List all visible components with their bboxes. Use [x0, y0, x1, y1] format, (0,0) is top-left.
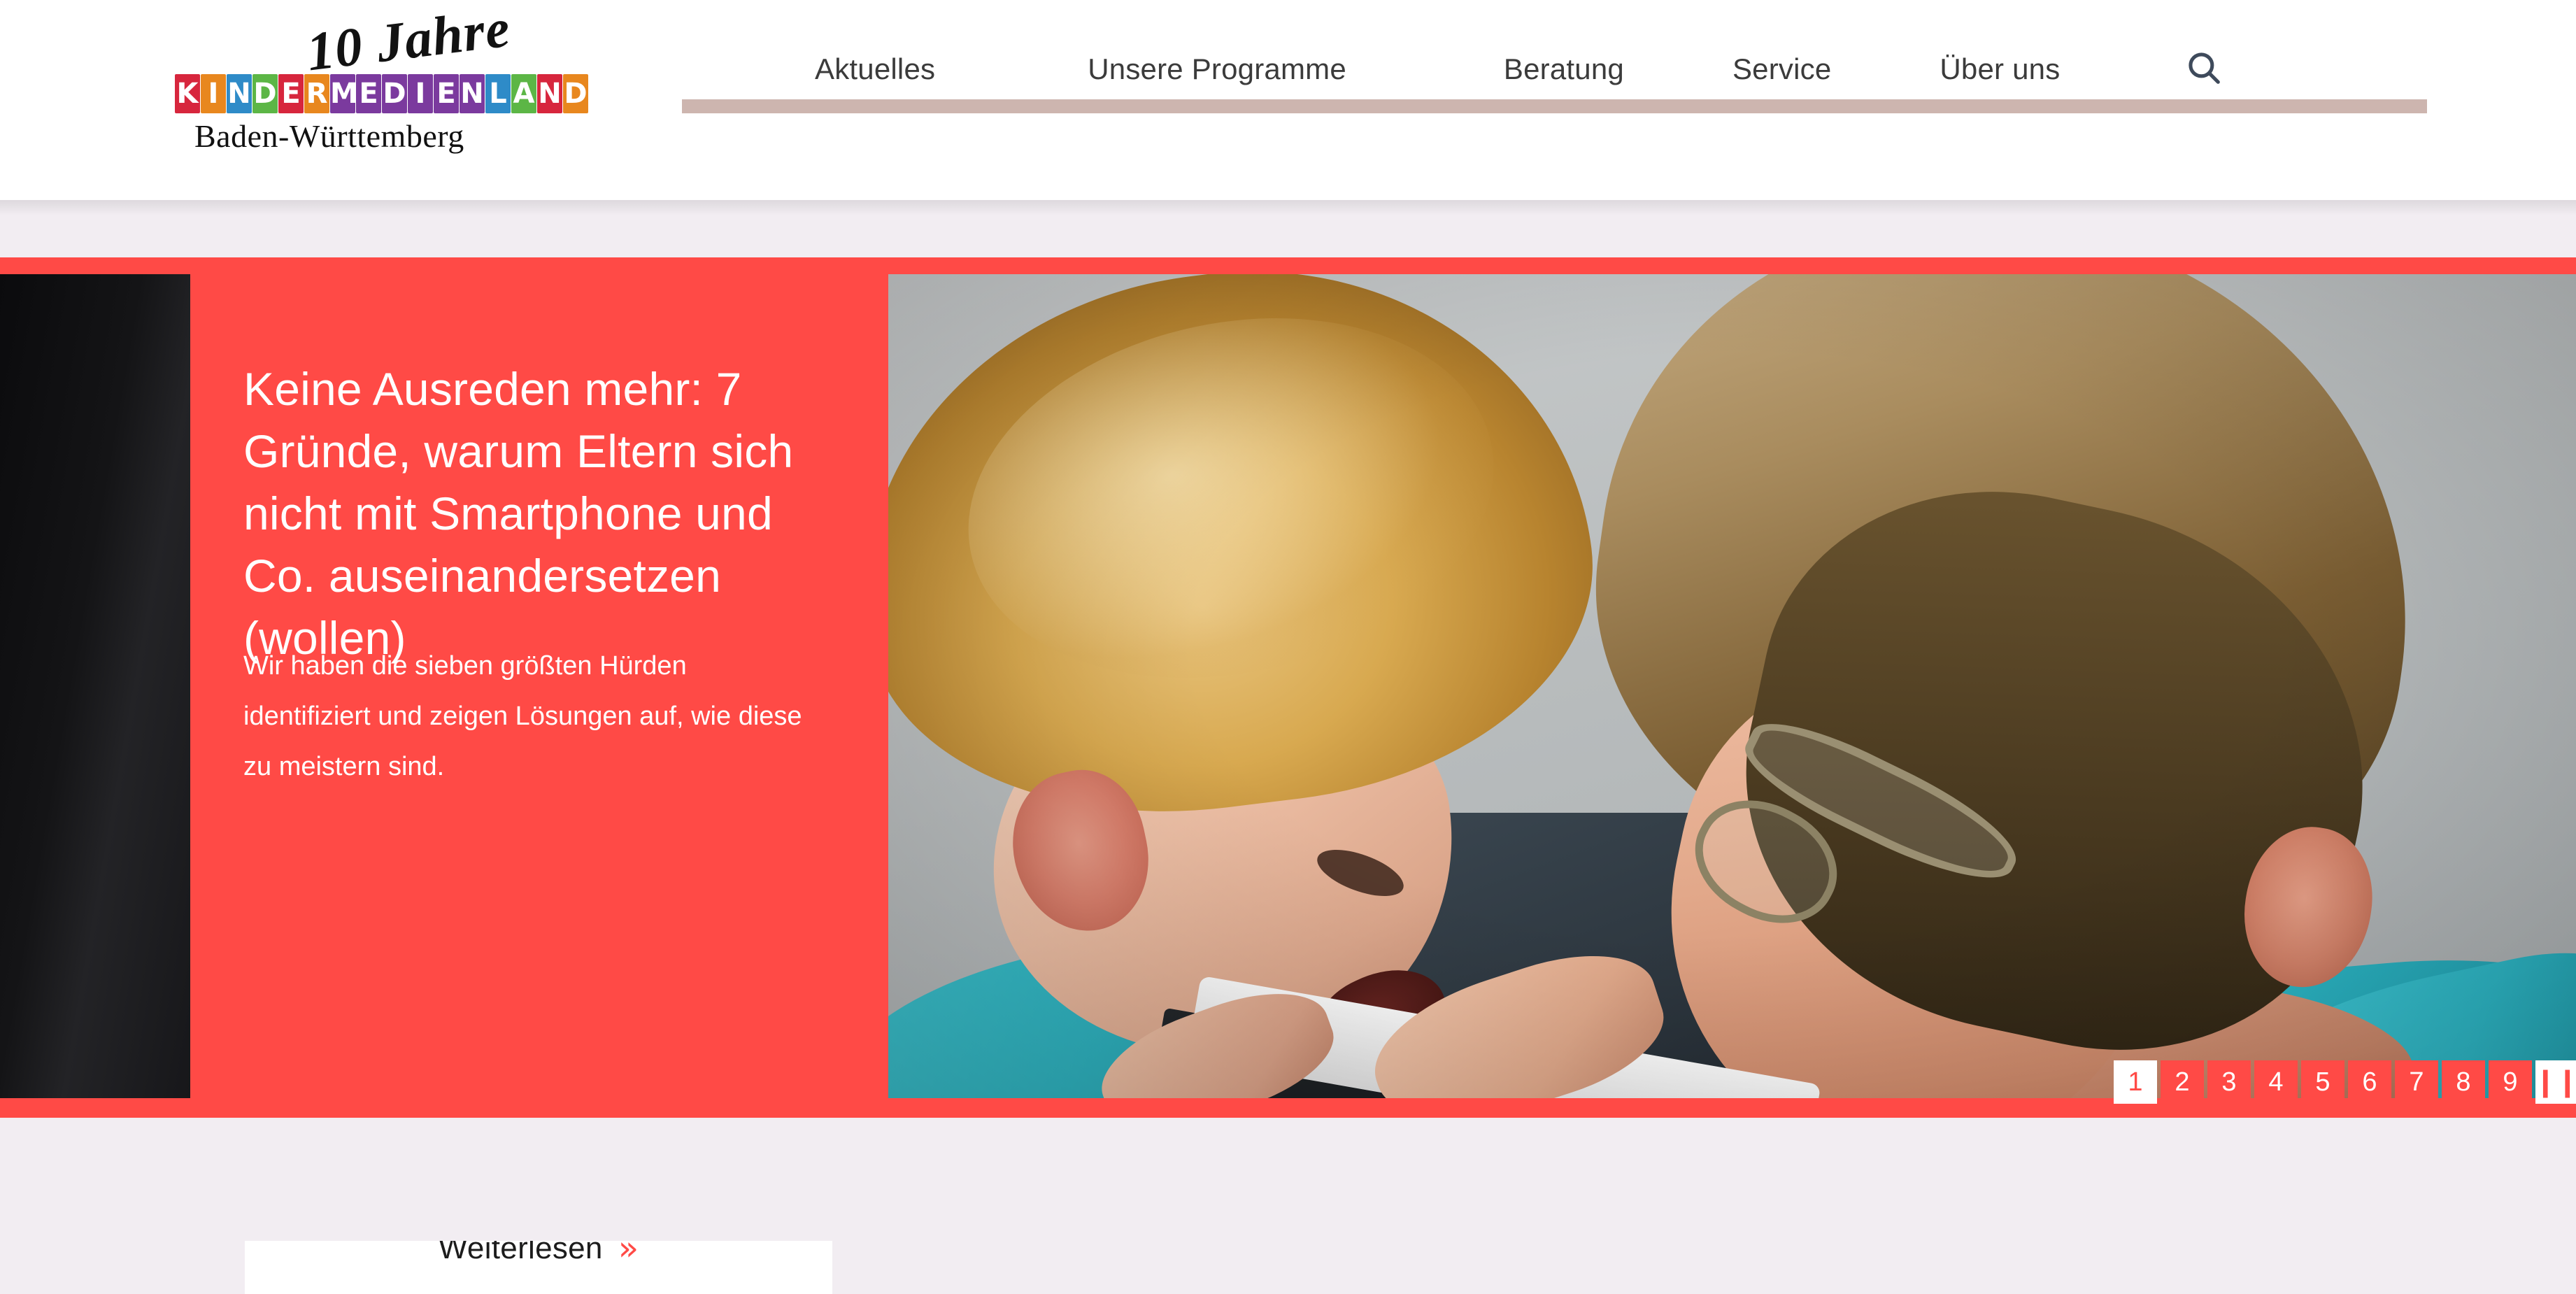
header-divider-shadow: [0, 200, 2576, 215]
logo-letter-12: L: [485, 74, 511, 113]
hero-description: Wir haben die sieben größten Hürden iden…: [243, 651, 802, 781]
logo-letter-13: A: [511, 74, 536, 113]
logo-wordmark: KINDERMEDIENLAND: [175, 69, 589, 113]
pagination-page-3[interactable]: 3: [2207, 1060, 2251, 1104]
nav-item-aktuelles[interactable]: Aktuelles: [815, 52, 935, 86]
photo-vignette: [888, 274, 2576, 1098]
logo-letter-10: E: [434, 74, 459, 113]
site-logo[interactable]: 10 Jahre KINDERMEDIENLAND Baden-Württemb…: [175, 0, 589, 168]
hero-image: [888, 274, 2576, 1098]
logo-letter-7: E: [356, 74, 381, 113]
pagination-page-8[interactable]: 8: [2442, 1060, 2485, 1104]
nav-underline-bar: [682, 99, 2427, 113]
logo-letter-8: D: [382, 74, 407, 113]
search-icon: [2184, 48, 2224, 92]
logo-letter-0: K: [175, 74, 200, 113]
nav-item-ueber-uns[interactable]: Über uns: [1940, 52, 2060, 86]
pagination-page-4[interactable]: 4: [2254, 1060, 2298, 1104]
nav-item-beratung[interactable]: Beratung: [1504, 52, 1624, 86]
hero-headline: Keine Ausreden mehr: 7 Gründe, warum Elt…: [243, 363, 794, 664]
logo-letter-2: N: [227, 74, 252, 113]
slider-pagination: 1 2 3 4 5 6 7 8 9 ❙❙: [2114, 1060, 2576, 1104]
logo-letter-1: I: [201, 74, 226, 113]
logo-letter-11: N: [460, 74, 485, 113]
nav-item-service[interactable]: Service: [1732, 52, 1831, 86]
nav-list: Aktuelles Unsere Programme Beratung Serv…: [682, 42, 2431, 97]
logo-letter-3: D: [252, 74, 278, 113]
logo-state-name: Baden-Württemberg: [194, 118, 464, 154]
logo-letter-4: E: [278, 74, 304, 113]
logo-letter-6: M: [330, 74, 358, 113]
pagination-page-2[interactable]: 2: [2161, 1060, 2204, 1104]
pagination-page-1[interactable]: 1: [2114, 1060, 2157, 1104]
logo-letter-5: R: [304, 74, 329, 113]
pagination-page-5[interactable]: 5: [2301, 1060, 2344, 1104]
pause-button[interactable]: ❙❙: [2533, 1060, 2576, 1104]
pagination-page-9[interactable]: 9: [2489, 1060, 2532, 1104]
hero-text-panel: Keine Ausreden mehr: 7 Gründe, warum Elt…: [190, 274, 888, 1118]
site-header: 10 Jahre KINDERMEDIENLAND Baden-Württemb…: [0, 0, 2576, 200]
pagination-page-6[interactable]: 6: [2348, 1060, 2391, 1104]
hero-bottom-accent-bar: [0, 1112, 2576, 1118]
search-button[interactable]: [2182, 48, 2226, 91]
hero-slider: Keine Ausreden mehr: 7 Gründe, warum Elt…: [0, 257, 2576, 1294]
logo-letter-9: I: [408, 74, 433, 113]
pagination-page-7[interactable]: 7: [2395, 1060, 2438, 1104]
page-body-background: [0, 1118, 2576, 1241]
logo-letter-15: D: [563, 74, 588, 113]
logo-letter-14: N: [537, 74, 562, 113]
hero-left-image-edge: [0, 274, 190, 1098]
hero-top-accent-bar: [0, 257, 2576, 274]
nav-item-unsere-programme[interactable]: Unsere Programme: [1088, 52, 1346, 86]
